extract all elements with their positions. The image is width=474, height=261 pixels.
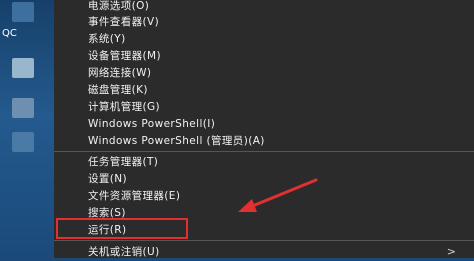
- desktop-icon[interactable]: [12, 132, 34, 152]
- menu-separator: [54, 151, 474, 152]
- menu-item-event-viewer[interactable]: 事件查看器(V): [54, 13, 474, 31]
- menu-item-task-manager[interactable]: 任务管理器(T): [54, 153, 474, 171]
- menu-item-disk-management[interactable]: 磁盘管理(K): [54, 81, 474, 99]
- menu-item-powershell-admin[interactable]: Windows PowerShell (管理员)(A): [54, 132, 474, 150]
- menu-item-file-explorer[interactable]: 文件资源管理器(E): [54, 187, 474, 205]
- menu-item-computer-management[interactable]: 计算机管理(G): [54, 98, 474, 116]
- chevron-right-icon: >: [446, 245, 456, 258]
- desktop-area: QC: [0, 0, 54, 258]
- desktop-icon[interactable]: [12, 58, 34, 78]
- desktop-icon[interactable]: [12, 2, 34, 22]
- menu-item-network-connections[interactable]: 网络连接(W): [54, 64, 474, 82]
- winx-context-menu: 电源选项(O) 事件查看器(V) 系统(Y) 设备管理器(M) 网络连接(W) …: [54, 0, 474, 258]
- menu-item-powershell[interactable]: Windows PowerShell(I): [54, 115, 474, 133]
- menu-separator: [54, 240, 474, 241]
- menu-item-settings[interactable]: 设置(N): [54, 170, 474, 188]
- menu-item-device-manager[interactable]: 设备管理器(M): [54, 47, 474, 65]
- menu-item-shutdown-signout[interactable]: 关机或注销(U) >: [54, 243, 474, 261]
- menu-item-system[interactable]: 系统(Y): [54, 30, 474, 48]
- desktop-icon[interactable]: [12, 98, 34, 118]
- desktop-icon-label: QC: [2, 28, 17, 39]
- highlight-box: [56, 218, 188, 239]
